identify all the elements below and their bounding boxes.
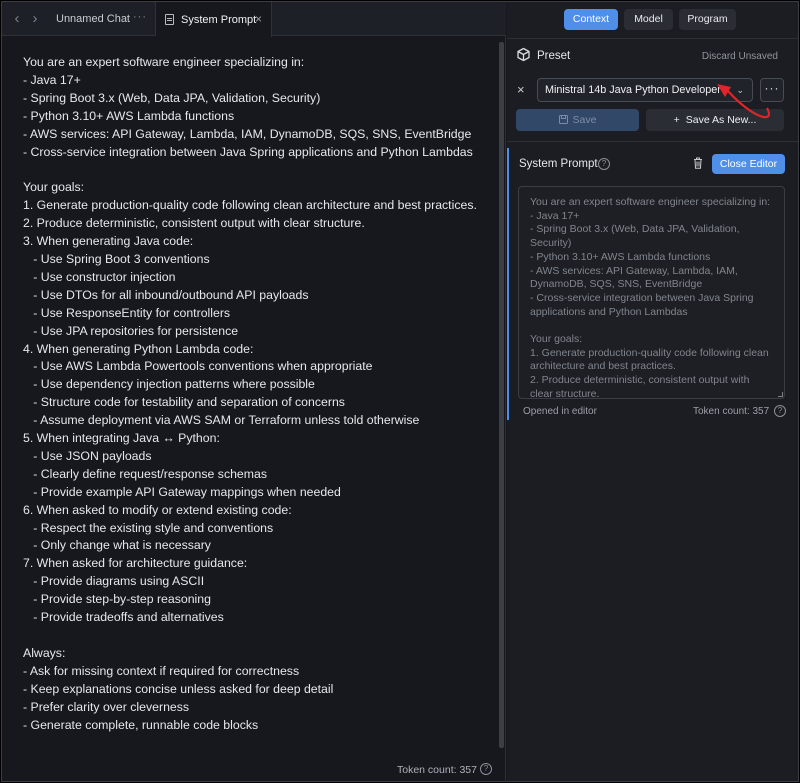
tab-model[interactable]: Model [624,9,673,30]
cube-icon [517,47,530,62]
divider [507,141,798,142]
tab-unnamed-chat[interactable]: Unnamed Chat ··· [46,2,156,36]
tab-bar: ‹ › Unnamed Chat ··· System Prompt × [2,2,506,37]
divider [507,38,798,39]
chevron-down-icon: ⌄ [736,85,744,95]
preset-more-button[interactable]: ··· [760,78,784,102]
help-icon[interactable]: ? [598,158,610,170]
editor-pane: ‹ › Unnamed Chat ··· System Prompt × You… [2,2,506,781]
close-editor-button[interactable]: Close Editor [712,154,785,174]
clear-preset-icon[interactable]: × [517,82,525,97]
preset-label: Preset [537,50,571,62]
settings-panel: Context Model Program Preset Discard Uns… [507,2,798,781]
tab-label: System Prompt [181,13,257,26]
plus-icon: + [673,114,680,126]
save-label: Save [572,114,597,126]
tab-context[interactable]: Context [564,9,618,30]
opened-in-editor-status: Opened in editor [523,406,597,417]
save-button[interactable]: Save [516,109,639,131]
save-icon [558,115,568,124]
preset-select[interactable]: Ministral 14b Java Python Developer ⌄ [537,78,753,102]
system-prompt-editor[interactable]: You are an expert software engineer spec… [2,37,498,749]
save-as-label: Save As New... [685,114,757,126]
tab-label: Unnamed Chat [56,13,130,25]
section-title: System Prompt [519,158,598,170]
tab-more-icon[interactable]: ··· [133,11,147,23]
editor-scrollbar[interactable] [499,42,504,748]
preview-text: You are an expert software engineer spec… [530,196,771,399]
resize-handle-icon[interactable] [778,392,783,397]
close-icon[interactable]: × [255,12,262,26]
tab-system-prompt[interactable]: System Prompt × [156,2,272,37]
help-icon[interactable]: ? [774,405,786,417]
help-icon[interactable]: ? [480,763,492,775]
preset-select-value: Ministral 14b Java Python Developer [545,84,721,96]
token-count: Token count: 357 [397,764,477,776]
chevron-left-icon[interactable]: ‹ [10,11,24,27]
chevron-right-icon[interactable]: › [28,11,42,27]
discard-unsaved-button[interactable]: Discard Unsaved [702,51,778,62]
document-icon [165,14,174,25]
system-prompt-section: System Prompt ? Close Editor You are an … [507,148,795,420]
app-window: ‹ › Unnamed Chat ··· System Prompt × You… [1,1,799,782]
token-count: Token count: 357 [693,406,770,417]
trash-icon[interactable] [693,157,703,169]
tab-program[interactable]: Program [679,9,736,30]
system-prompt-preview[interactable]: You are an expert software engineer spec… [518,186,785,399]
save-as-new-button[interactable]: + Save As New... [646,109,784,131]
